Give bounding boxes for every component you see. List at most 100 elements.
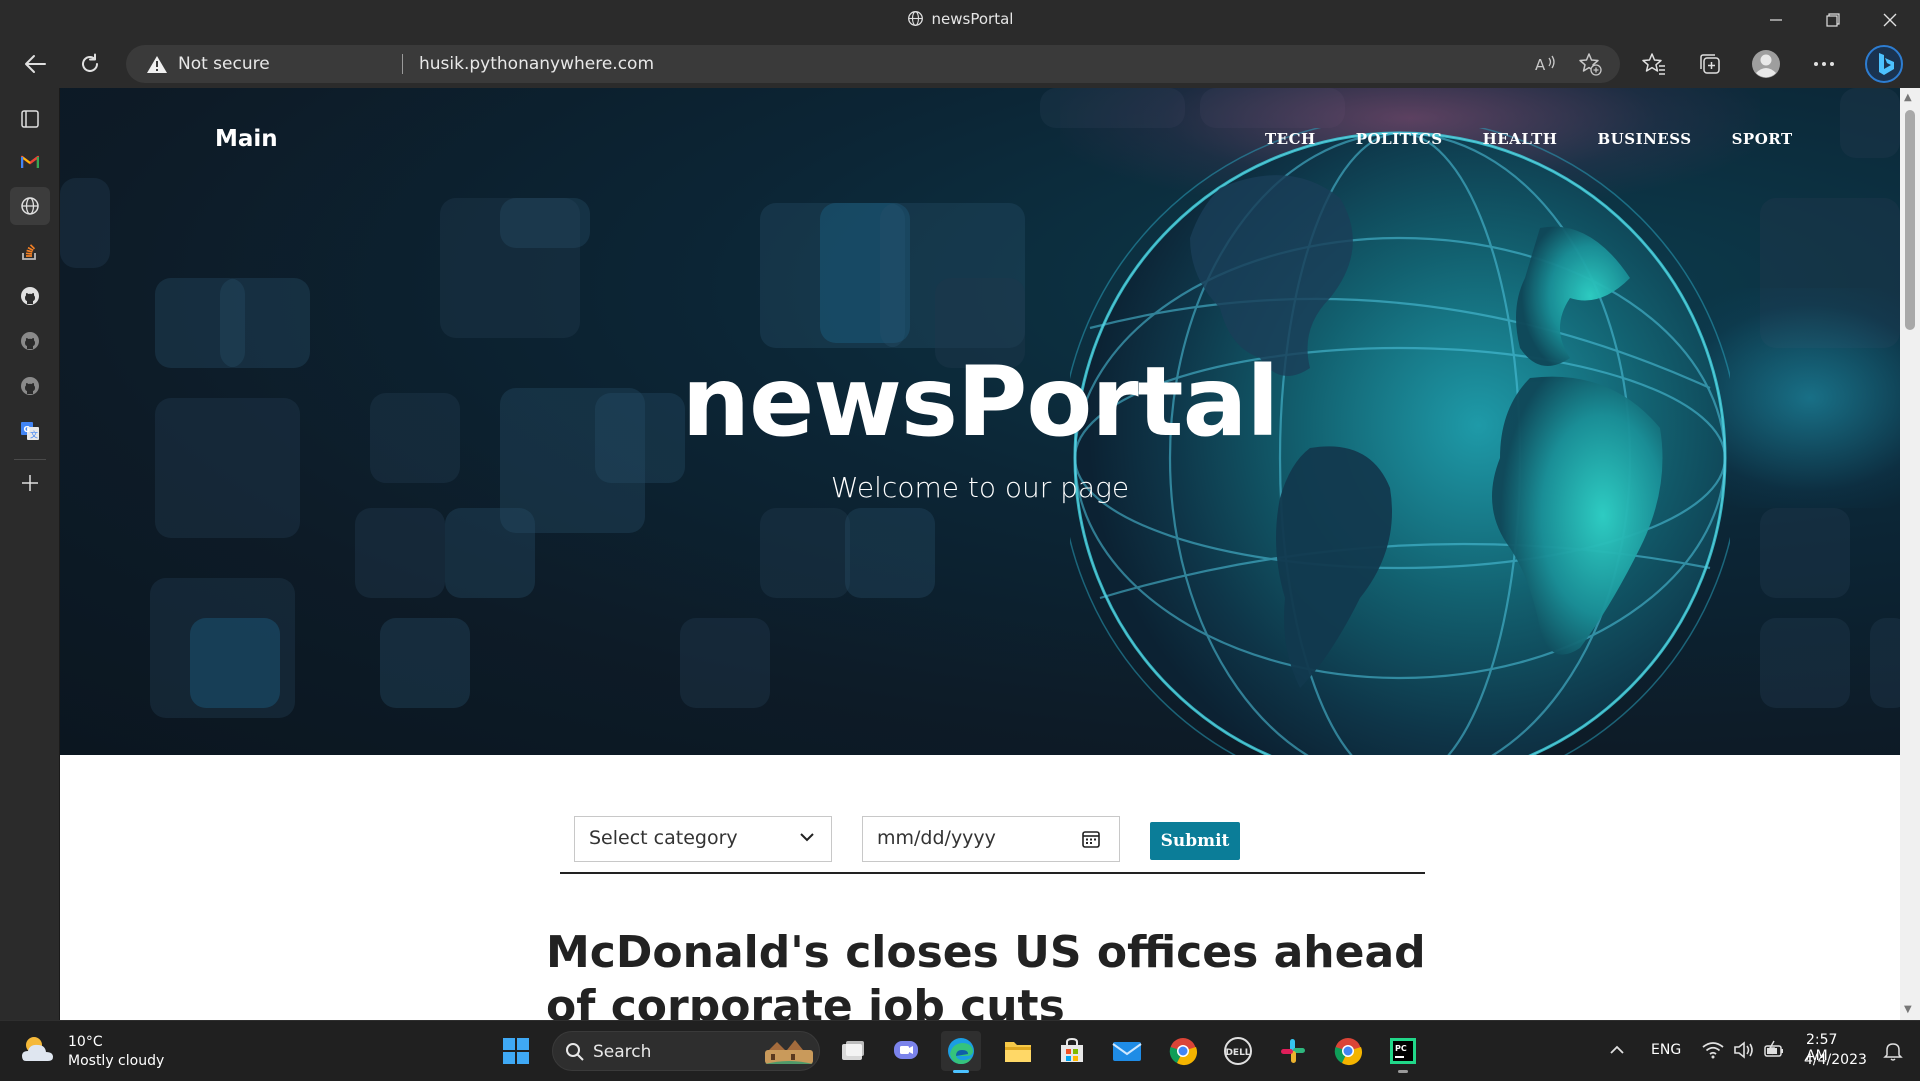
bg-tile — [1840, 88, 1900, 158]
bg-tile — [380, 618, 470, 708]
url-text[interactable]: husik.pythonanywhere.com — [419, 54, 654, 74]
category-select-value: Select category — [589, 827, 738, 849]
edge-browser-icon[interactable] — [941, 1031, 981, 1073]
github-icon-2[interactable] — [10, 322, 50, 360]
date-input-placeholder: mm/dd/yyyy — [877, 827, 996, 849]
article-headline[interactable]: McDonald's closes US offices ahead of co… — [546, 926, 1446, 1020]
nav-tech[interactable]: TECH — [1245, 130, 1336, 148]
notification-bell-icon[interactable] — [1883, 1041, 1903, 1061]
slack-icon[interactable] — [1273, 1031, 1313, 1071]
bg-tile — [190, 618, 280, 708]
bg-tile — [60, 178, 110, 268]
close-button[interactable] — [1862, 0, 1918, 40]
scroll-down-arrow-icon[interactable]: ▼ — [1904, 1004, 1912, 1015]
news-filter-form: Select category mm/dd/yyyy Submit — [560, 816, 1425, 874]
github-icon[interactable] — [10, 277, 50, 315]
browser-sidebar: G文 — [0, 88, 60, 1020]
teams-chat-icon[interactable] — [886, 1031, 926, 1071]
bg-tile — [1760, 508, 1850, 598]
chrome-profile-icon[interactable] — [1328, 1031, 1368, 1071]
minimize-button[interactable] — [1748, 0, 1804, 40]
calendar-icon[interactable] — [1081, 829, 1101, 849]
nav-health[interactable]: HEALTH — [1463, 130, 1578, 148]
more-options-icon[interactable] — [1806, 46, 1842, 82]
windows-taskbar: 10°C Mostly cloudy Search DELL PC ENG 2:… — [0, 1020, 1920, 1080]
microsoft-store-icon[interactable] — [1052, 1031, 1092, 1071]
github-icon-3[interactable] — [10, 367, 50, 405]
svg-text:DELL: DELL — [1225, 1048, 1250, 1058]
stackoverflow-icon[interactable] — [10, 232, 50, 270]
hero-title: newsPortal — [681, 346, 1280, 458]
add-favorite-icon[interactable] — [1578, 52, 1602, 76]
favorites-icon[interactable] — [1636, 46, 1672, 82]
category-select[interactable]: Select category — [574, 816, 832, 862]
window-titlebar: newsPortal — [0, 0, 1920, 40]
page-scrollbar[interactable]: ▲ ▼ — [1900, 88, 1920, 1020]
read-aloud-icon[interactable]: A — [1534, 52, 1558, 76]
bg-tile — [500, 198, 590, 248]
address-bar[interactable]: Not secure husik.pythonanywhere.com A — [126, 45, 1620, 83]
window-title: newsPortal — [0, 10, 1920, 28]
svg-text:A: A — [1535, 56, 1546, 74]
bg-tile — [1760, 618, 1850, 708]
translate-icon[interactable]: G文 — [10, 412, 50, 450]
battery-charging-icon[interactable] — [1763, 1040, 1785, 1060]
gmail-icon[interactable] — [10, 143, 50, 181]
window-title-text: newsPortal — [931, 10, 1014, 28]
file-explorer-icon[interactable] — [998, 1031, 1038, 1071]
web-page: Main TECH POLITICS HEALTH BUSINESS SPORT… — [60, 88, 1900, 1020]
search-icon — [566, 1043, 584, 1061]
profile-avatar-icon[interactable] — [1748, 46, 1784, 82]
mail-icon[interactable] — [1107, 1031, 1147, 1071]
category-nav: TECH POLITICS HEALTH BUSINESS SPORT — [1245, 130, 1813, 148]
bg-tile — [445, 508, 535, 598]
collections-icon[interactable] — [1692, 46, 1728, 82]
refresh-button[interactable] — [72, 46, 108, 82]
sidebar-divider — [14, 459, 46, 460]
warning-icon[interactable] — [146, 55, 168, 74]
dell-icon[interactable]: DELL — [1218, 1031, 1258, 1071]
taskbar-search-label: Search — [593, 1042, 652, 1062]
hero-banner: Main TECH POLITICS HEALTH BUSINESS SPORT… — [60, 88, 1900, 755]
volume-icon[interactable] — [1733, 1041, 1755, 1059]
scrollbar-thumb[interactable] — [1905, 110, 1915, 330]
wifi-icon[interactable] — [1702, 1041, 1724, 1059]
chrome-icon[interactable] — [1163, 1031, 1203, 1071]
hero-subtitle: Welcome to our page — [830, 471, 1130, 504]
weather-temperature: 10°C — [68, 1034, 103, 1050]
globe-site-icon[interactable] — [10, 187, 50, 225]
pycharm-icon[interactable]: PC — [1383, 1031, 1423, 1073]
nav-politics[interactable]: POLITICS — [1336, 130, 1463, 148]
back-button[interactable] — [17, 46, 53, 82]
bg-tile — [1870, 618, 1900, 708]
task-view-icon[interactable] — [833, 1031, 873, 1071]
bg-tile — [760, 508, 850, 598]
running-app-indicator — [1398, 1070, 1408, 1073]
chevron-down-icon — [800, 833, 814, 842]
search-highlight-icon — [765, 1040, 813, 1064]
chevron-up-icon[interactable] — [1609, 1045, 1625, 1055]
address-separator — [402, 54, 403, 74]
nav-sport[interactable]: SPORT — [1712, 130, 1813, 148]
weather-description: Mostly cloudy — [68, 1053, 165, 1069]
taskbar-search[interactable]: Search — [552, 1031, 820, 1071]
site-brand-link[interactable]: Main — [215, 126, 278, 152]
security-status-label[interactable]: Not secure — [178, 54, 270, 74]
tab-actions-icon[interactable] — [10, 100, 50, 138]
bing-chat-icon[interactable] — [1864, 44, 1904, 84]
start-button[interactable] — [496, 1031, 536, 1071]
restore-button[interactable] — [1805, 0, 1861, 40]
submit-button[interactable]: Submit — [1150, 822, 1240, 860]
cloudy-weather-icon — [22, 1037, 53, 1061]
language-indicator[interactable]: ENG — [1651, 1042, 1681, 1058]
nav-business[interactable]: BUSINESS — [1577, 130, 1711, 148]
add-sidebar-app-icon[interactable] — [10, 464, 50, 502]
bg-tile — [355, 508, 445, 598]
bg-tile — [680, 618, 770, 708]
clock-date[interactable]: 4/4/2023 — [1804, 1052, 1867, 1068]
bg-tile — [845, 508, 935, 598]
weather-widget[interactable]: 10°C Mostly cloudy — [20, 1033, 164, 1071]
active-app-indicator — [953, 1070, 969, 1073]
scroll-up-arrow-icon[interactable]: ▲ — [1904, 92, 1912, 103]
date-input[interactable]: mm/dd/yyyy — [862, 816, 1120, 862]
